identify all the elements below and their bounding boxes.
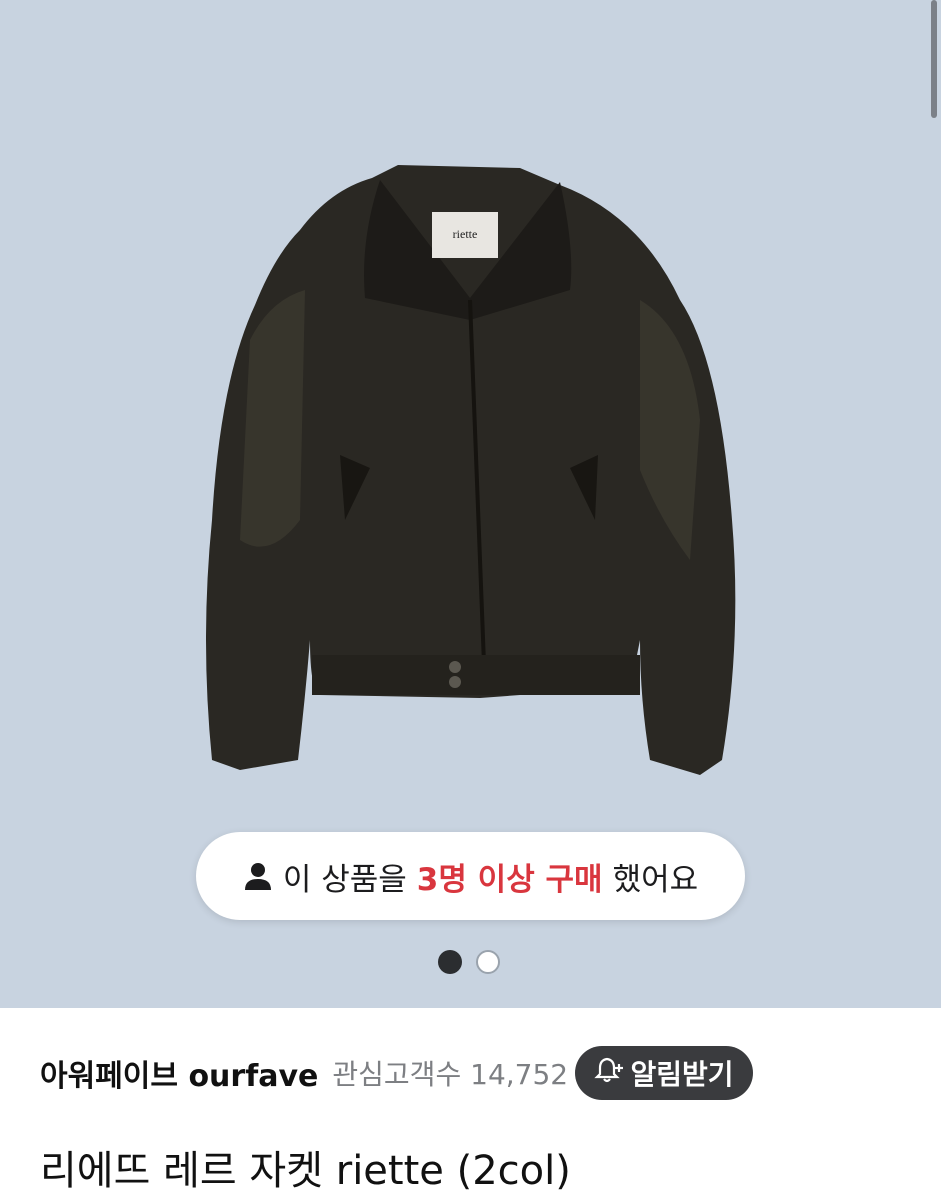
product-image-gallery[interactable]: riette 이 상품을 3명 이상 구매 했어요 xyxy=(0,0,941,1008)
jacket-waistband xyxy=(312,655,640,695)
jacket-label-text: riette xyxy=(453,227,478,241)
pagination-dot-active[interactable] xyxy=(438,950,462,974)
product-title: 리에뜨 레르 자켓 riette (2col) xyxy=(40,1148,571,1194)
notify-button[interactable]: 알림받기 xyxy=(575,1046,753,1100)
pagination-dot[interactable] xyxy=(476,950,500,974)
seller-info-row: 아워페이브 ourfave 관심고객수 14,752 알림받기 xyxy=(40,1046,901,1100)
jacket-button xyxy=(449,676,461,688)
scrollbar[interactable] xyxy=(931,0,937,118)
purchase-count-badge: 이 상품을 3명 이상 구매 했어요 xyxy=(196,832,745,920)
badge-highlight: 3명 이상 구매 xyxy=(416,861,603,898)
badge-text-before: 이 상품을 xyxy=(282,861,407,898)
fans-label: 관심고객수 xyxy=(332,1058,462,1091)
jacket-button xyxy=(449,661,461,673)
badge-text-after: 했어요 xyxy=(612,861,699,898)
notify-label: 알림받기 xyxy=(630,1058,734,1091)
person-icon xyxy=(243,861,273,891)
fans-value: 14,752 xyxy=(470,1058,569,1091)
seller-name[interactable]: 아워페이브 ourfave xyxy=(40,1051,318,1095)
pagination-dots xyxy=(438,950,500,974)
bell-plus-icon xyxy=(594,1055,624,1092)
fans-count: 관심고객수 14,752 xyxy=(332,1053,568,1093)
